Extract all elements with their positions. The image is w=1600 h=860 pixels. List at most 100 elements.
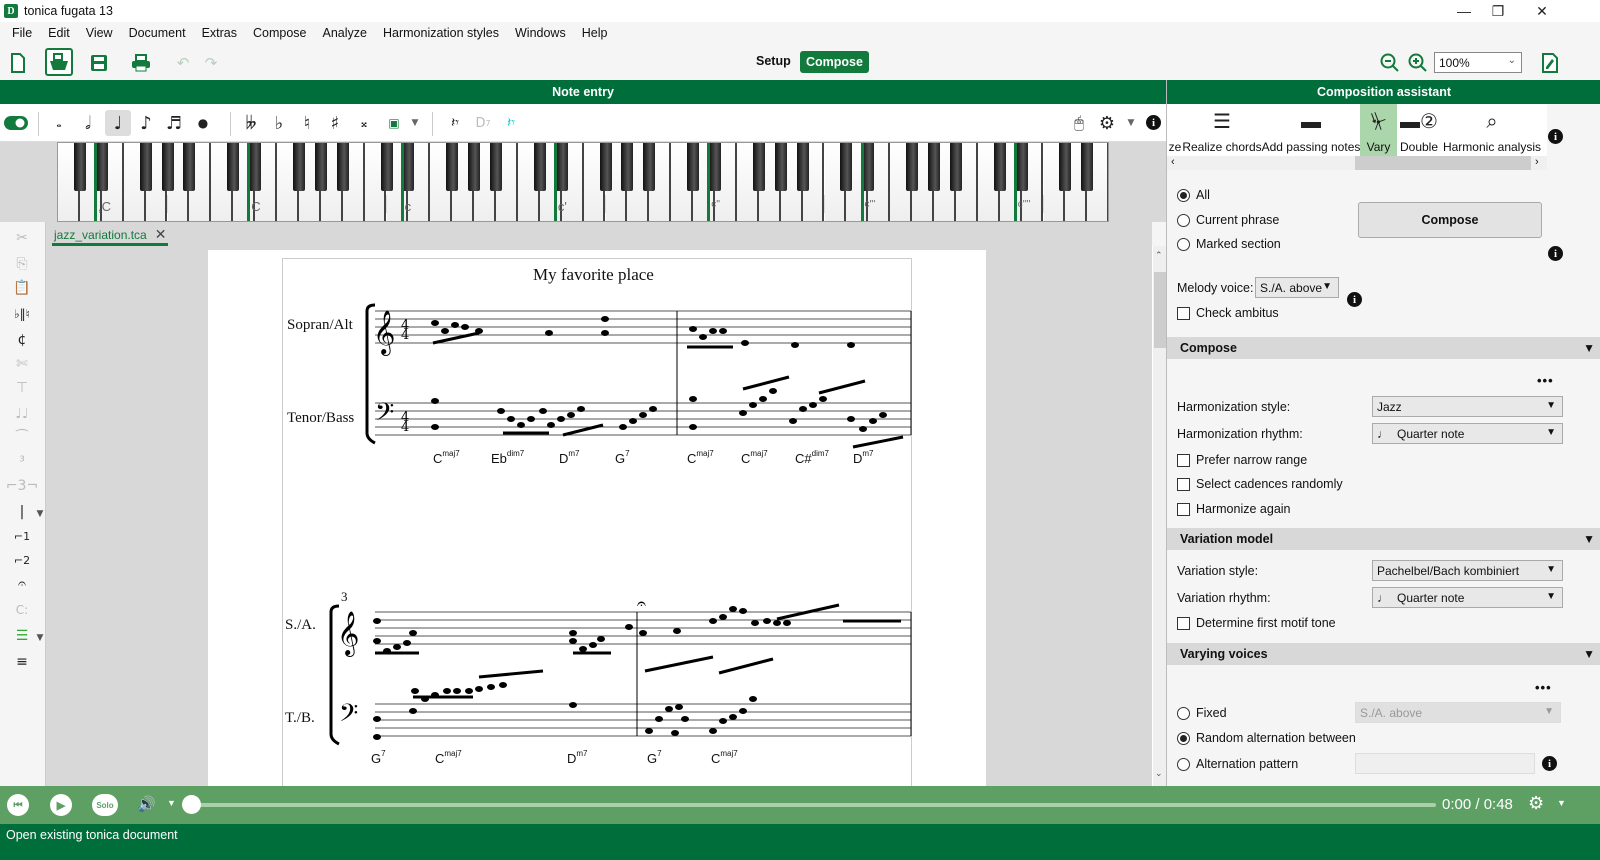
prefer-narrow-range-checkbox[interactable]: Prefer narrow range	[1177, 453, 1307, 467]
black-key[interactable]	[1059, 143, 1072, 191]
alternation-pattern-input[interactable]	[1355, 753, 1535, 774]
black-key[interactable]	[139, 143, 152, 191]
black-key[interactable]	[95, 143, 108, 191]
page-settings-icon[interactable]	[1537, 50, 1563, 76]
black-key[interactable]	[709, 143, 721, 191]
volume-mixer-icon[interactable]: 🔊	[137, 795, 156, 813]
eighth-note-icon[interactable]: ♪	[135, 110, 157, 136]
volta-1-icon[interactable]: ⌐1	[10, 526, 34, 546]
new-document-icon[interactable]	[5, 50, 31, 76]
redo-icon[interactable]: ↷	[198, 50, 224, 76]
ribbon-item-double[interactable]: ▬② Double	[1399, 104, 1439, 156]
compose-section-header[interactable]: Compose ▼	[1167, 337, 1600, 359]
key-signature-icon[interactable]: ♭‖♮	[10, 304, 34, 324]
fermata-icon[interactable]: 𝄐	[10, 574, 34, 594]
scroll-up-icon[interactable]: ⌃	[1155, 250, 1163, 261]
more-options-icon[interactable]: •••	[1537, 373, 1554, 388]
ribbon-item-vary[interactable]: ⏧ Vary	[1360, 104, 1397, 156]
scope-marked-section-radio[interactable]: Marked section	[1177, 237, 1281, 251]
mouse-icon[interactable]: 🖱	[1068, 110, 1090, 136]
notation-canvas[interactable]: 𝄞𝄢4444𝄞𝄢𝄐	[283, 259, 913, 786]
ribbon-item-realize-chords[interactable]: ☰ Realize chords	[1182, 104, 1261, 156]
black-key[interactable]	[555, 143, 568, 191]
black-key[interactable]	[292, 143, 305, 191]
ribbon-item-add-passing-notes[interactable]: ▬ Add passing notes	[1262, 104, 1361, 156]
ribbon-item-harmonize[interactable]: ze	[1167, 104, 1183, 156]
setup-mode-button[interactable]: Setup	[756, 54, 791, 68]
chevron-down-icon[interactable]: ▼	[1557, 798, 1566, 808]
compose-button[interactable]: Compose	[1358, 202, 1542, 238]
close-button[interactable]: ✕	[1520, 0, 1564, 22]
scope-current-phrase-radio[interactable]: Current phrase	[1177, 213, 1279, 227]
harmonization-rhythm-select[interactable]: ♩ Quarter note ▼	[1372, 423, 1563, 444]
black-key[interactable]	[314, 143, 327, 191]
info-icon[interactable]: i	[1548, 129, 1563, 144]
score[interactable]: 𝄞 𝄢 4 4 4 4 𝄞 𝄢 𝄐 My favorite place Sopran/Alt T…	[282, 258, 912, 786]
fixed-radio[interactable]: Fixed	[1177, 706, 1227, 720]
black-key[interactable]	[621, 143, 634, 191]
chord-symbol-icon[interactable]: D7	[472, 110, 494, 136]
quarter-note-icon[interactable]: ♩	[105, 110, 131, 136]
black-key[interactable]	[227, 143, 240, 191]
scope-all-radio[interactable]: All	[1177, 188, 1210, 202]
black-key[interactable]	[336, 143, 349, 191]
alternation-pattern-radio[interactable]: Alternation pattern	[1177, 757, 1298, 771]
scroll-left-icon[interactable]: ‹	[1171, 156, 1175, 168]
chevron-down-icon[interactable]: ▼	[1120, 110, 1142, 136]
black-key[interactable]	[402, 143, 415, 191]
black-key[interactable]	[446, 143, 459, 191]
collapse-icon[interactable]: ▼	[1583, 532, 1595, 546]
info-icon[interactable]: i	[1542, 756, 1557, 771]
black-key[interactable]	[862, 143, 875, 191]
copy-icon[interactable]: ⎘	[10, 254, 34, 274]
black-key[interactable]	[687, 143, 700, 191]
zoom-out-icon[interactable]	[1377, 50, 1403, 76]
black-key[interactable]	[490, 143, 502, 191]
volta-2-icon[interactable]: ⌐2	[10, 550, 34, 570]
black-key[interactable]	[468, 143, 481, 191]
black-key[interactable]	[1015, 143, 1028, 191]
harmonize-again-checkbox[interactable]: Harmonize again	[1177, 502, 1291, 516]
select-cadences-randomly-checkbox[interactable]: Select cadences randomly	[1177, 477, 1343, 491]
ribbon-scrollbar[interactable]: ‹ ›	[1167, 156, 1547, 170]
menu-windows[interactable]: Windows	[507, 26, 574, 40]
tuplet-cut-icon[interactable]: ³	[10, 452, 34, 472]
fixed-voice-select[interactable]: S./A. above ▼	[1355, 702, 1561, 723]
black-key[interactable]	[161, 143, 174, 191]
repeat-icon[interactable]: C:	[10, 600, 34, 620]
black-key[interactable]	[928, 143, 940, 191]
document-vertical-scrollbar[interactable]: ⌃ ⌄	[1152, 246, 1166, 786]
menu-analyze[interactable]: Analyze	[315, 26, 375, 40]
piano-keyboard[interactable]: ,C Cc c' c'' c''' c''''	[0, 142, 1166, 222]
cut-measure-icon[interactable]: ✄	[10, 354, 34, 374]
menu-document[interactable]: Document	[121, 26, 194, 40]
menu-file[interactable]: File	[4, 26, 40, 40]
info-icon[interactable]: i	[1347, 292, 1362, 307]
keys-container[interactable]: ,C Cc c' c'' c''' c''''	[57, 142, 1109, 222]
chevron-down-icon[interactable]: ▼	[167, 798, 176, 808]
black-key[interactable]	[380, 143, 393, 191]
black-key[interactable]	[1081, 143, 1094, 191]
menu-view[interactable]: View	[78, 26, 121, 40]
black-key[interactable]	[533, 143, 546, 191]
menu-harmonization-styles[interactable]: Harmonization styles	[375, 26, 507, 40]
harmonization-style-select[interactable]: Jazz ▼	[1372, 396, 1563, 417]
scroll-right-icon[interactable]: ›	[1535, 156, 1539, 168]
rest-alt-icon[interactable]: 𝄽𝄾	[500, 110, 522, 136]
melody-voice-select[interactable]: S./A. above ▼	[1255, 277, 1339, 298]
info-icon[interactable]: i	[1548, 246, 1563, 261]
tie-icon[interactable]: ⁀	[10, 428, 34, 448]
whole-note-icon[interactable]: 𝅝	[48, 110, 70, 136]
black-key[interactable]	[599, 143, 612, 191]
collapse-icon[interactable]: ▼	[1583, 647, 1595, 661]
solo-button[interactable]: Solo	[92, 794, 118, 816]
natural-icon[interactable]: ♮	[296, 110, 318, 136]
determine-first-motif-tone-checkbox[interactable]: Determine first motif tone	[1177, 616, 1336, 630]
check-ambitus-checkbox[interactable]: Check ambitus	[1177, 306, 1279, 320]
black-key[interactable]	[796, 143, 809, 191]
ribbon-item-harmonic-analysis[interactable]: ⌕ Harmonic analysis	[1442, 104, 1542, 156]
rest-icon[interactable]: 𝄽𝄾	[444, 110, 466, 136]
menu-compose[interactable]: Compose	[245, 26, 315, 40]
black-key[interactable]	[752, 143, 765, 191]
double-sharp-icon[interactable]: 𝄪	[353, 110, 375, 136]
